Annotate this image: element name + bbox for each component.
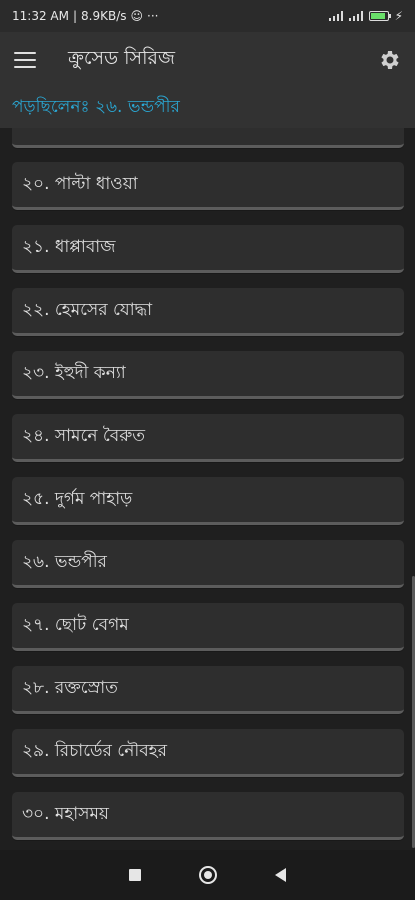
signal-icon-2 xyxy=(348,11,363,21)
chapter-label: ২৫. দুর্গম পাহাড় xyxy=(22,488,133,509)
signal-icon xyxy=(328,11,343,21)
charging-icon: ⚡ xyxy=(394,9,403,23)
list-item[interactable]: ২১. ধাপ্পাবাজ xyxy=(12,225,404,273)
status-divider: | xyxy=(72,9,78,23)
currently-reading-label: পড়ছিলেনঃ ২৬. ভন্ডপীর xyxy=(12,97,180,117)
network-speed: 8.9KB/s xyxy=(81,9,127,23)
settings-gear-icon[interactable] xyxy=(377,48,401,72)
chapter-list[interactable]: ২০. পাল্টা ধাওয়া ২১. ধাপ্পাবাজ ২২. হেমস… xyxy=(0,128,415,850)
status-bar: 11:32 AM | 8.9KB/s ☺ ··· ⚡ xyxy=(0,0,415,32)
back-button-icon[interactable] xyxy=(275,868,286,882)
list-item[interactable]: ২৪. সামনে বৈরুত xyxy=(12,414,404,462)
currently-reading-banner[interactable]: পড়ছিলেনঃ ২৬. ভন্ডপীর xyxy=(0,88,415,128)
app-bar: ক্রুসেড সিরিজ xyxy=(0,32,415,88)
status-time: 11:32 AM xyxy=(12,9,69,23)
list-item[interactable]: ২৬. ভন্ডপীর xyxy=(12,540,404,588)
list-item[interactable]: ২৩. ইহুদী কন্যা xyxy=(12,351,404,399)
chapter-label: ২১. ধাপ্পাবাজ xyxy=(22,236,116,257)
chapter-label: ২৮. রক্তস্রোত xyxy=(22,677,118,698)
list-item[interactable]: ২২. হেমসের যোদ্ধা xyxy=(12,288,404,336)
notification-icon: ☺ xyxy=(130,9,144,23)
chapter-label: ৩০. মহাসময় xyxy=(22,803,109,824)
list-item[interactable]: ২৯. রিচার্ডের নৌবহর xyxy=(12,729,404,777)
system-nav-bar xyxy=(0,850,415,900)
chapter-label: ২০. পাল্টা ধাওয়া xyxy=(22,173,138,194)
battery-icon xyxy=(368,11,391,21)
recents-button-icon[interactable] xyxy=(129,869,141,881)
list-item[interactable]: ২০. পাল্টা ধাওয়া xyxy=(12,162,404,210)
list-item[interactable]: ৩০. মহাসময় xyxy=(12,792,404,840)
menu-icon[interactable] xyxy=(14,52,36,68)
page-title: ক্রুসেড সিরিজ xyxy=(68,47,175,69)
home-button-icon[interactable] xyxy=(199,866,217,884)
list-item-partial[interactable] xyxy=(12,128,404,148)
more-notifications-icon: ··· xyxy=(147,9,159,23)
list-item[interactable]: ২৫. দুর্গম পাহাড় xyxy=(12,477,404,525)
chapter-label: ২৬. ভন্ডপীর xyxy=(22,551,107,572)
list-item[interactable]: ২৭. ছোট বেগম xyxy=(12,603,404,651)
chapter-label: ২৭. ছোট বেগম xyxy=(22,614,129,635)
list-item[interactable]: ২৮. রক্তস্রোত xyxy=(12,666,404,714)
chapter-label: ২৩. ইহুদী কন্যা xyxy=(22,362,126,383)
chapter-label: ২৪. সামনে বৈরুত xyxy=(22,425,146,446)
chapter-label: ২৯. রিচার্ডের নৌবহর xyxy=(22,740,167,761)
chapter-label: ২২. হেমসের যোদ্ধা xyxy=(22,299,153,320)
